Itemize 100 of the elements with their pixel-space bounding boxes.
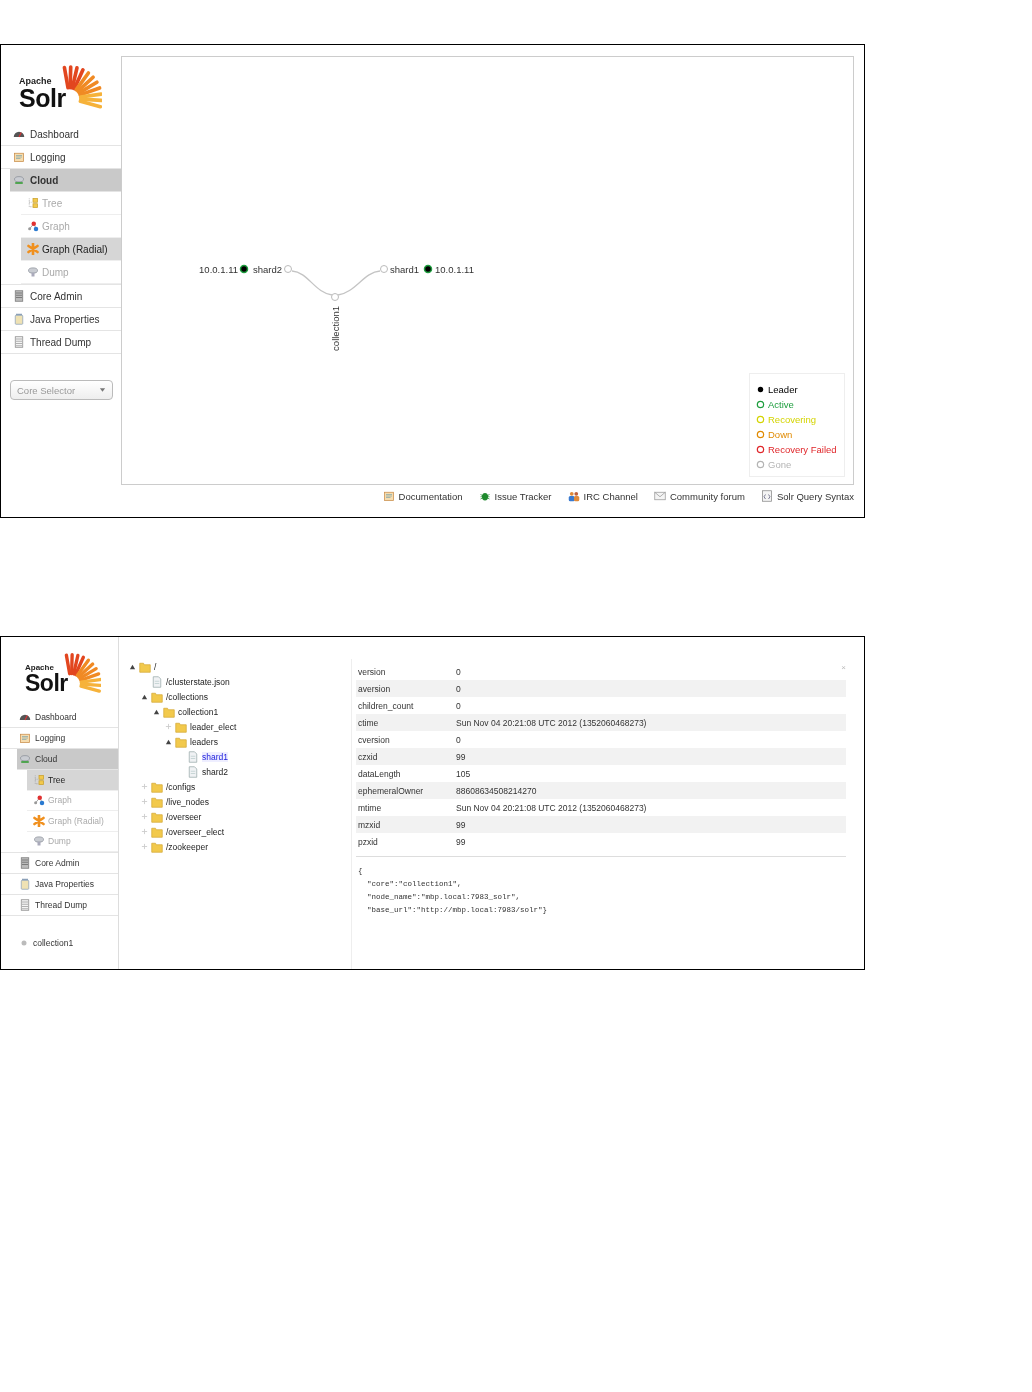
- collection-label: collection1: [330, 306, 341, 351]
- server-icon: [13, 290, 25, 302]
- tree-node[interactable]: /overseer: [166, 811, 202, 822]
- bug-icon: [478, 490, 491, 502]
- cloud-icon: [13, 174, 25, 186]
- nav-item[interactable]: Core Admin: [1, 285, 121, 308]
- code-document-icon: [760, 490, 773, 502]
- property-value: 0: [456, 734, 461, 745]
- replica-node[interactable]: [239, 264, 249, 274]
- tree-node[interactable]: shard2: [202, 766, 228, 777]
- legend-label: Leader: [768, 384, 798, 395]
- tree-node[interactable]: /collections: [166, 691, 209, 702]
- jar-icon: [19, 878, 31, 890]
- jar-icon: [13, 313, 25, 325]
- people-icon: [567, 490, 580, 502]
- host-label: 10.0.1.11: [199, 263, 238, 275]
- nav-item[interactable]: Core Admin: [1, 853, 118, 874]
- tree-node[interactable]: /zookeeper: [166, 841, 209, 852]
- nodes-icon: [33, 794, 45, 807]
- cloud-icon: [33, 835, 45, 848]
- cloud-icon: [27, 266, 39, 278]
- shard-node[interactable]: [284, 265, 292, 273]
- property-name: ephemeralOwner: [357, 785, 425, 796]
- property-value: 99: [456, 819, 466, 830]
- footer-link[interactable]: IRC Channel: [567, 490, 638, 502]
- nav-item[interactable]: Dashboard: [1, 123, 121, 146]
- nav-item[interactable]: Cloud: [17, 749, 118, 770]
- nav-subitem[interactable]: Tree: [27, 770, 118, 791]
- list-icon: [19, 899, 31, 911]
- shard-node[interactable]: [380, 265, 388, 273]
- envelope-icon: [653, 490, 666, 502]
- triangle-icon[interactable]: [165, 738, 172, 745]
- triangle-icon[interactable]: [141, 693, 148, 700]
- tree-node[interactable]: leaders: [190, 736, 218, 747]
- document-icon: [382, 490, 395, 502]
- tree-node[interactable]: shard1: [202, 751, 228, 762]
- plus-icon[interactable]: [141, 828, 148, 835]
- property-value: 105: [456, 768, 471, 779]
- core-item[interactable]: collection1: [21, 938, 118, 948]
- asterisk-icon: [33, 814, 45, 827]
- triangle-icon[interactable]: [129, 663, 136, 670]
- nav-item[interactable]: Java Properties: [1, 308, 121, 331]
- nav-item[interactable]: Thread Dump: [1, 895, 118, 916]
- legend-label: Recovery Failed: [768, 444, 837, 455]
- legend-label: Active: [768, 399, 794, 410]
- shard-label: shard1: [390, 263, 420, 275]
- logo-title: Solr: [25, 672, 68, 695]
- plus-icon[interactable]: [141, 843, 148, 850]
- legend-label: Recovering: [768, 414, 817, 425]
- plus-icon[interactable]: [141, 783, 148, 790]
- folders-icon: [33, 773, 45, 786]
- list-icon: [13, 336, 25, 348]
- triangle-icon[interactable]: [153, 708, 160, 715]
- footer-link[interactable]: Solr Query Syntax: [760, 490, 854, 502]
- tree-node[interactable]: /: [154, 661, 157, 672]
- nav-subitem[interactable]: Graph (Radial): [21, 238, 121, 261]
- property-value: 0: [456, 683, 461, 694]
- folders-icon: [27, 197, 39, 209]
- tree-node[interactable]: collection1: [178, 706, 219, 717]
- collection-node[interactable]: [331, 293, 339, 301]
- host-label: 10.0.1.11: [435, 263, 474, 275]
- property-name: children_count: [357, 700, 415, 711]
- footer-link[interactable]: Documentation: [382, 490, 463, 502]
- tree-node[interactable]: /live_nodes: [166, 796, 209, 807]
- tree-node[interactable]: /overseer_elect: [166, 826, 225, 837]
- logo-title: Solr: [19, 86, 66, 111]
- plus-icon[interactable]: [141, 813, 148, 820]
- footer-link[interactable]: Community forum: [653, 490, 745, 502]
- caret-icon: [99, 387, 106, 393]
- property-name: ctime: [357, 717, 380, 728]
- nav-item[interactable]: Cloud: [10, 169, 121, 192]
- nav-item[interactable]: Java Properties: [1, 874, 118, 895]
- logo-subtitle: Apache: [25, 664, 55, 672]
- property-name: mzxid: [357, 819, 382, 830]
- cloud-icon: [19, 753, 31, 765]
- plus-icon[interactable]: [165, 723, 172, 730]
- document-icon: [13, 151, 25, 163]
- plus-icon[interactable]: [141, 798, 148, 805]
- tree-node[interactable]: /clusterstate.json: [166, 676, 230, 687]
- property-name: cversion: [357, 734, 391, 745]
- property-value: 0: [456, 666, 461, 677]
- server-icon: [19, 857, 31, 869]
- property-value: 99: [456, 751, 466, 762]
- asterisk-icon: [27, 243, 39, 255]
- property-name: czxid: [357, 751, 379, 762]
- shard-label: shard2: [252, 263, 282, 275]
- graph-edge: [337, 270, 381, 296]
- nodes-icon: [27, 220, 39, 232]
- legend-label: Down: [768, 429, 793, 440]
- logo-subtitle: Apache: [19, 77, 53, 86]
- graph-edge: [291, 270, 333, 296]
- tree-node[interactable]: leader_elect: [190, 721, 237, 732]
- property-value: 99: [456, 836, 466, 847]
- legend-label: Gone: [768, 459, 792, 470]
- footer-link[interactable]: Issue Tracker: [478, 490, 552, 502]
- property-name: aversion: [357, 683, 392, 694]
- nav-item[interactable]: Dashboard: [1, 707, 118, 728]
- tree-node[interactable]: /configs: [166, 781, 196, 792]
- nav-item[interactable]: Thread Dump: [1, 331, 121, 354]
- replica-node[interactable]: [423, 264, 433, 274]
